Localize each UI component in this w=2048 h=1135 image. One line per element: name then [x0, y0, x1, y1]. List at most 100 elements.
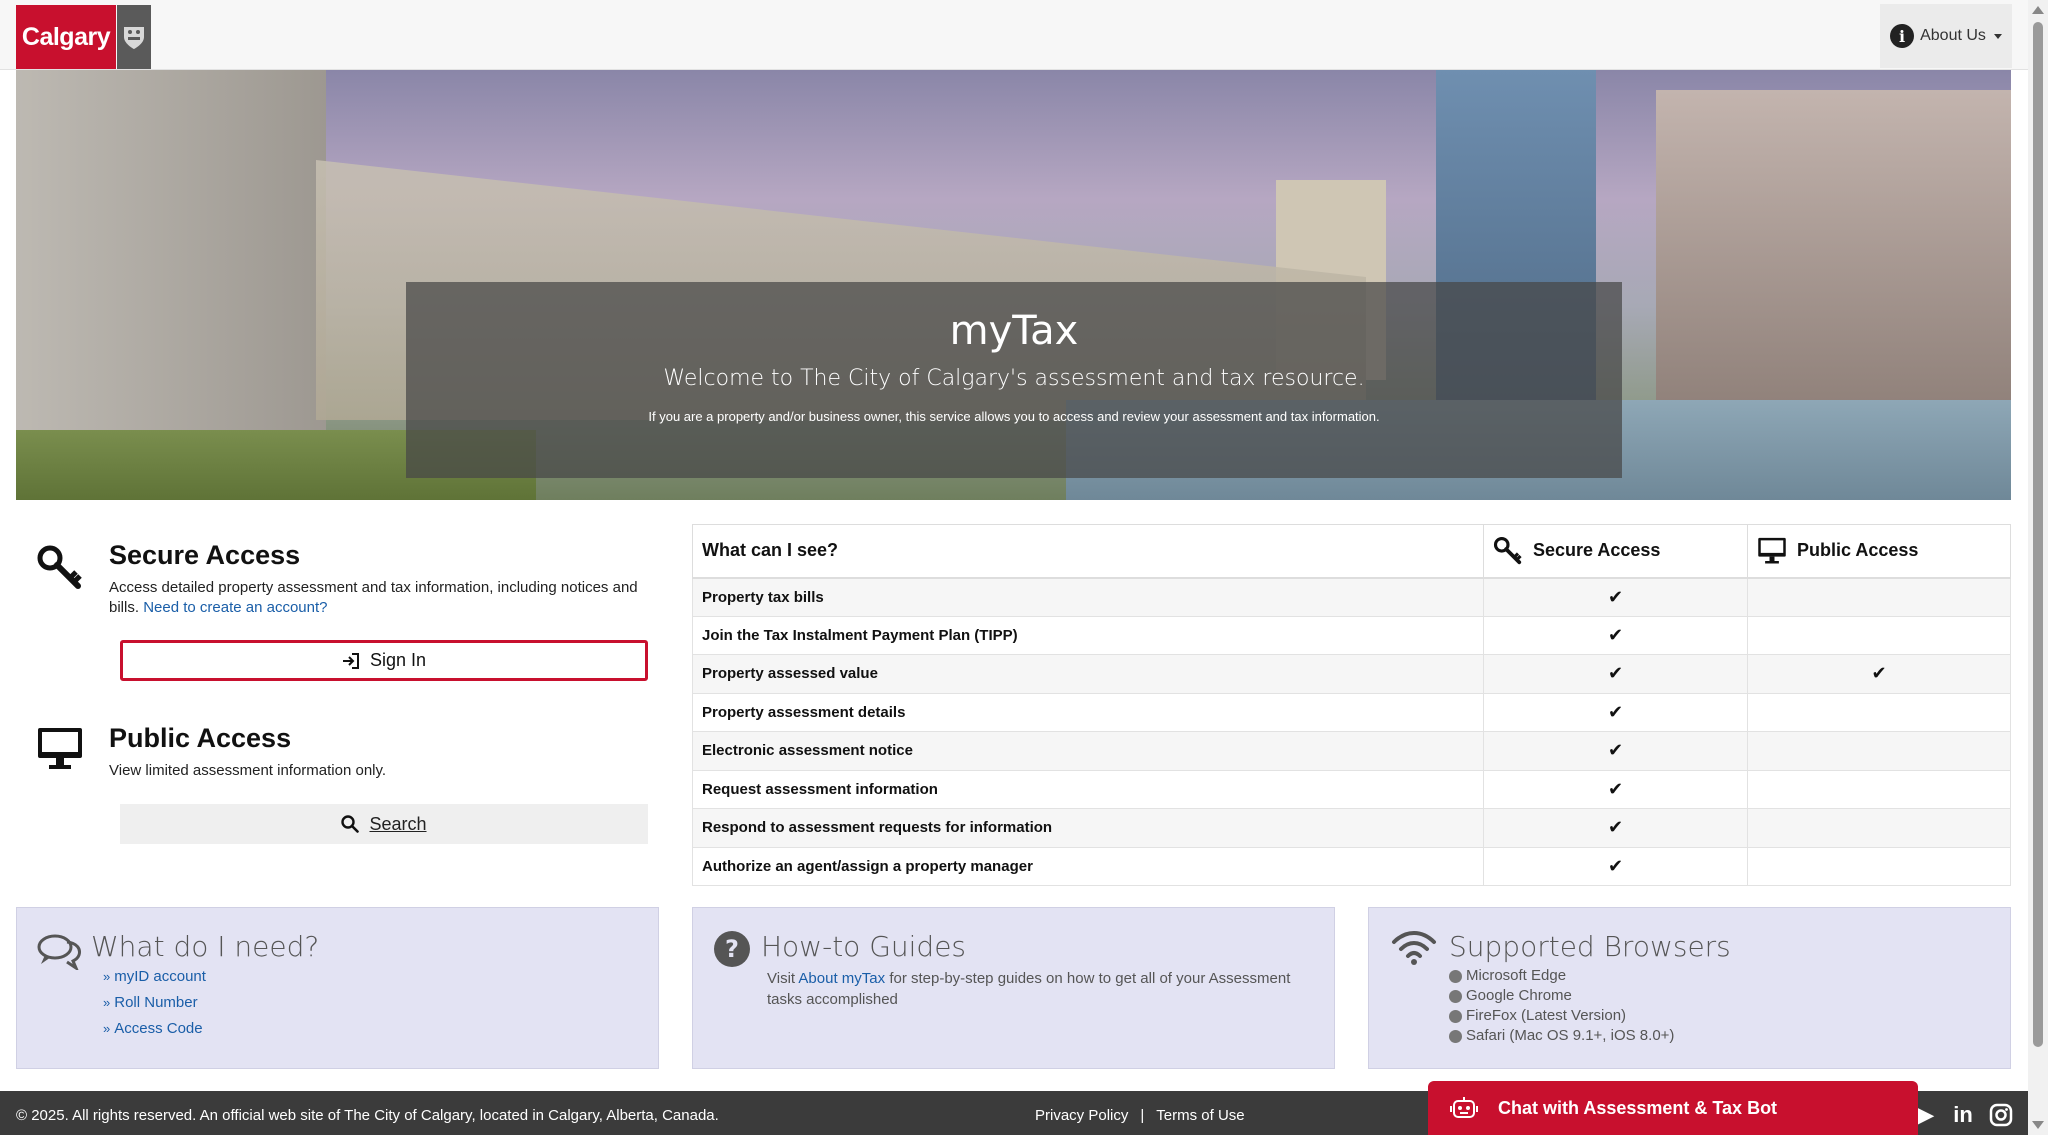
need-links: » myID account » Roll Number » Access Code [103, 964, 206, 1042]
comments-icon [37, 934, 81, 970]
list-item: Microsoft Edge [1449, 966, 1674, 986]
what-do-i-need-card: What do I need? » myID account » Roll Numb… [16, 907, 659, 1069]
linkedin-icon[interactable]: in [1950, 1102, 1976, 1128]
check-icon [1747, 577, 2011, 617]
check-icon [1747, 808, 2011, 848]
safari-icon [1449, 1029, 1462, 1043]
row-label: Authorize an agent/assign a property man… [692, 846, 1484, 886]
table-row: Electronic assessment notice ✔ [692, 731, 2011, 771]
firefox-icon [1449, 1009, 1462, 1023]
table-header-secure-label: Secure Access [1533, 539, 1661, 560]
copyright-text: © 2025. All rights reserved. An official… [16, 1107, 719, 1124]
monitor-icon [1758, 537, 1786, 564]
check-icon: ✔ [1483, 692, 1748, 732]
check-icon [1747, 846, 2011, 886]
scroll-up-icon[interactable] [2032, 6, 2044, 14]
list-item: Google Chrome [1449, 986, 1674, 1006]
hero-skyline [1656, 90, 2011, 420]
row-label: Property tax bills [692, 577, 1484, 617]
robot-icon [1450, 1097, 1478, 1118]
search-label: Search [369, 813, 427, 834]
supported-browsers-title: Supported Browsers [1449, 930, 1731, 963]
wifi-icon [1392, 931, 1436, 965]
roll-number-link[interactable]: » Roll Number [103, 990, 206, 1016]
search-icon [341, 815, 360, 833]
table-row: Property assessment details ✔ [692, 692, 2011, 732]
hero-description: If you are a property and/or business ow… [648, 409, 1380, 424]
check-icon: ✔ [1483, 615, 1748, 655]
row-label: Respond to assessment requests for infor… [692, 808, 1484, 848]
row-label: Property assessment details [692, 692, 1484, 732]
table-row: Join the Tax Instalment Payment Plan (TI… [692, 615, 2011, 655]
check-icon: ✔ [1483, 808, 1748, 848]
sign-in-icon [342, 652, 359, 669]
table-row: Respond to assessment requests for infor… [692, 808, 2011, 848]
browser-list: Microsoft Edge Google Chrome FireFox (La… [1449, 966, 1674, 1046]
site-header: Calgary i About Us [0, 0, 2028, 70]
table-row: Property assessed value ✔ ✔ [692, 654, 2011, 694]
instagram-icon[interactable] [1988, 1102, 2014, 1128]
footer-separator: | [1140, 1107, 1145, 1124]
check-icon: ✔ [1483, 731, 1748, 771]
social-links: ▶ in [1912, 1102, 2014, 1128]
question-circle-icon: ? [714, 931, 750, 967]
how-to-guides-text: Visit About myTax for step-by-step guide… [767, 968, 1307, 1010]
info-icon: i [1890, 24, 1915, 48]
hero-banner: myTax Welcome to The City of Calgary's a… [16, 70, 2011, 500]
privacy-policy-link[interactable]: Privacy Policy [1035, 1107, 1128, 1124]
calgary-logo[interactable]: Calgary [16, 5, 151, 69]
sign-in-label: Sign In [369, 650, 427, 670]
row-label: Request assessment information [692, 769, 1484, 809]
table-header-public-label: Public Access [1797, 539, 1919, 560]
row-label: Property assessed value [692, 654, 1484, 694]
sign-in-button[interactable]: Sign In [120, 640, 648, 681]
row-label: Electronic assessment notice [692, 731, 1484, 771]
access-code-link[interactable]: » Access Code [103, 1016, 206, 1042]
terms-of-use-link[interactable]: Terms of Use [1156, 1107, 1244, 1124]
crest-icon [117, 5, 151, 69]
scroll-thumb[interactable] [2033, 22, 2043, 1047]
check-icon: ✔ [1483, 577, 1748, 617]
create-account-link[interactable]: Need to create an account? [143, 599, 327, 616]
check-icon: ✔ [1483, 654, 1748, 694]
check-icon: ✔ [1483, 769, 1748, 809]
how-to-guides-title: How-to Guides [761, 930, 967, 963]
caret-down-icon [1993, 33, 2002, 39]
key-icon [37, 545, 82, 589]
access-comparison-table: What can I see? Secure Access Public Acc… [692, 524, 2011, 886]
hero-subtitle: Welcome to The City of Calgary's assessm… [663, 366, 1365, 391]
check-icon [1747, 731, 2011, 771]
supported-browsers-card: Supported Browsers Microsoft Edge Google… [1368, 907, 2011, 1069]
footer-links: Privacy Policy | Terms of Use [1035, 1107, 1245, 1124]
about-us-dropdown[interactable]: i About Us [1880, 4, 2012, 68]
table-header-secure: Secure Access [1483, 524, 1748, 579]
secure-access-description: Access detailed property assessment and … [109, 578, 649, 618]
check-icon [1747, 615, 2011, 655]
table-row: Request assessment information ✔ [692, 769, 2011, 809]
svg-text:?: ? [725, 935, 739, 963]
key-icon [1493, 536, 1522, 564]
scroll-down-icon[interactable] [2032, 1121, 2044, 1129]
secure-access-title: Secure Access [109, 540, 301, 570]
page-scrollbar[interactable] [2028, 0, 2048, 1135]
check-icon [1747, 769, 2011, 809]
table-header-row: What can I see? Secure Access Public Acc… [692, 524, 2011, 579]
list-item: FireFox (Latest Version) [1449, 1006, 1674, 1026]
list-item: Safari (Mac OS 9.1+, iOS 8.0+) [1449, 1026, 1674, 1046]
chat-bot-button[interactable]: Chat with Assessment & Tax Bot [1428, 1081, 1918, 1135]
check-icon: ✔ [1747, 654, 2011, 694]
search-button[interactable]: Search [120, 804, 648, 844]
myid-account-link[interactable]: » myID account [103, 964, 206, 990]
about-us-label: About Us [1920, 27, 1986, 44]
edge-icon [1449, 969, 1462, 983]
check-icon [1747, 692, 2011, 732]
monitor-icon [38, 728, 82, 769]
page-title: myTax [949, 308, 1079, 354]
public-access-title: Public Access [109, 723, 292, 753]
what-do-i-need-title: What do I need? [91, 930, 320, 963]
row-label: Join the Tax Instalment Payment Plan (TI… [692, 615, 1484, 655]
public-access-description: View limited assessment information only… [109, 762, 387, 779]
chat-bot-label: Chat with Assessment & Tax Bot [1498, 1097, 1778, 1118]
about-mytax-link[interactable]: About myTax [798, 970, 885, 987]
guides-prefix: Visit [767, 970, 796, 987]
